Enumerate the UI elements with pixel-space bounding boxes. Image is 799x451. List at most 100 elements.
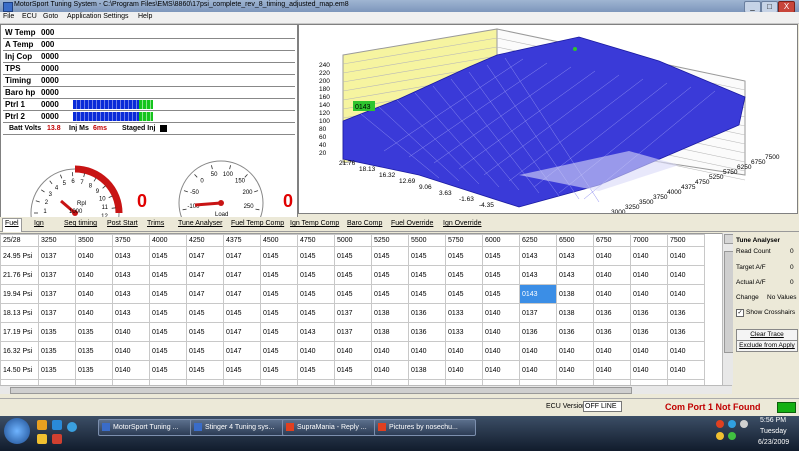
table-cell[interactable]: 0145 — [482, 284, 520, 304]
table-cell[interactable]: 0145 — [334, 284, 372, 304]
quicklaunch-media-icon[interactable] — [52, 434, 62, 444]
table-cell[interactable]: 0147 — [223, 341, 261, 361]
table-cell[interactable]: 0147 — [223, 246, 261, 266]
menu-help[interactable]: Help — [138, 13, 152, 20]
table-cell[interactable]: 0136 — [556, 322, 594, 342]
table-cell[interactable]: 0143 — [556, 265, 594, 285]
table-cell[interactable]: 0143 — [112, 303, 150, 323]
table-cell[interactable]: 0143 — [297, 322, 335, 342]
table-cell[interactable]: 0136 — [408, 303, 446, 323]
table-cell[interactable]: 0140 — [593, 246, 631, 266]
table-cell[interactable]: 0137 — [38, 284, 76, 304]
table-cell[interactable]: 0145 — [408, 246, 446, 266]
quicklaunch-messenger-icon[interactable] — [37, 434, 47, 444]
tab-ign-temp-comp[interactable]: Ign Temp Comp — [290, 220, 339, 227]
table-cell[interactable]: 0140 — [593, 265, 631, 285]
table-cell[interactable]: 0145 — [260, 246, 298, 266]
table-cell[interactable]: 0140 — [75, 265, 113, 285]
table-cell[interactable]: 0140 — [371, 360, 409, 380]
table-cell[interactable]: 0140 — [630, 265, 668, 285]
table-cell[interactable]: 0140 — [593, 341, 631, 361]
table-cell[interactable]: 0140 — [112, 341, 150, 361]
table-cell[interactable]: 0145 — [260, 265, 298, 285]
table-cell[interactable]: 0145 — [260, 303, 298, 323]
table-cell[interactable]: 0143 — [112, 265, 150, 285]
table-cell[interactable]: 0145 — [260, 360, 298, 380]
table-cell[interactable]: 0140 — [371, 341, 409, 361]
quicklaunch-browser-icon[interactable] — [37, 420, 47, 430]
tab-fuel-temp-comp[interactable]: Fuel Temp Comp — [231, 220, 284, 227]
tab-ign[interactable]: Ign — [34, 220, 44, 227]
table-cell[interactable]: 0145 — [149, 246, 187, 266]
table-cell[interactable]: 0145 — [297, 303, 335, 323]
table-cell[interactable]: 0145 — [186, 322, 224, 342]
quicklaunch-ie-icon[interactable] — [67, 422, 77, 432]
table-cell[interactable]: 0145 — [371, 265, 409, 285]
table-cell[interactable]: 0140 — [630, 246, 668, 266]
table-cell[interactable]: 0138 — [408, 360, 446, 380]
table-cell[interactable]: 0137 — [334, 303, 372, 323]
quicklaunch-desktop-icon[interactable] — [52, 420, 62, 430]
tab-trims[interactable]: Trims — [147, 220, 164, 227]
table-cell[interactable]: 0136 — [593, 303, 631, 323]
table-cell[interactable]: 0140 — [408, 341, 446, 361]
table-cell[interactable]: 0145 — [149, 265, 187, 285]
table-cell[interactable]: 0145 — [334, 246, 372, 266]
table-cell[interactable]: 0147 — [223, 322, 261, 342]
table-cell[interactable]: 0140 — [667, 341, 705, 361]
table-cell[interactable]: 0135 — [75, 341, 113, 361]
table-cell[interactable]: 0145 — [149, 341, 187, 361]
table-cell[interactable]: 0133 — [445, 322, 483, 342]
table-cell[interactable]: 0147 — [223, 265, 261, 285]
table-cell[interactable]: 0145 — [223, 360, 261, 380]
table-horizontal-scrollbar[interactable] — [0, 385, 732, 394]
table-cell[interactable]: 0138 — [556, 284, 594, 304]
table-cell[interactable]: 0143 — [519, 265, 557, 285]
table-cell[interactable]: 0137 — [38, 246, 76, 266]
tab-baro-comp[interactable]: Baro Comp — [347, 220, 382, 227]
table-cell[interactable]: 0145 — [371, 246, 409, 266]
table-cell[interactable]: 0145 — [334, 360, 372, 380]
table-cell[interactable]: 0137 — [38, 303, 76, 323]
table-cell[interactable]: 0136 — [667, 322, 705, 342]
tab-post-start[interactable]: Post Start — [107, 220, 138, 227]
table-cell[interactable]: 0140 — [75, 246, 113, 266]
table-cell[interactable]: 0145 — [334, 265, 372, 285]
table-cell[interactable]: 0145 — [371, 284, 409, 304]
table-cell[interactable]: 0140 — [482, 322, 520, 342]
table-cell[interactable]: 0140 — [556, 341, 594, 361]
menu-ecu[interactable]: ECU — [22, 13, 37, 20]
table-cell[interactable]: 0135 — [38, 322, 76, 342]
table-cell[interactable]: 0138 — [371, 303, 409, 323]
tab-ign-override[interactable]: Ign Override — [443, 220, 482, 227]
table-cell[interactable]: 0145 — [260, 341, 298, 361]
table-cell[interactable]: 0145 — [149, 303, 187, 323]
table-cell[interactable]: 0145 — [445, 284, 483, 304]
map-3d-panel[interactable]: 0143 240 220 200 180 160 140 120 100 80 60 40 20 21… — [298, 24, 798, 216]
menu-goto[interactable]: Goto — [43, 13, 58, 20]
table-cell[interactable]: 0140 — [482, 303, 520, 323]
tray-battery-icon[interactable] — [728, 432, 736, 440]
table-cell[interactable]: 0145 — [297, 246, 335, 266]
table-cell[interactable]: 0145 — [149, 284, 187, 304]
tab-fuel[interactable]: Fuel — [2, 218, 22, 232]
table-cell[interactable]: 0145 — [149, 360, 187, 380]
table-cell[interactable]: 0140 — [630, 360, 668, 380]
table-cell[interactable]: 0140 — [297, 341, 335, 361]
table-cell[interactable]: 0145 — [482, 246, 520, 266]
table-cell[interactable]: 0136 — [667, 303, 705, 323]
table-cell[interactable]: 0136 — [630, 303, 668, 323]
table-cell[interactable]: 0140 — [556, 360, 594, 380]
tray-update-icon[interactable] — [716, 432, 724, 440]
table-cell[interactable]: 0143 — [519, 246, 557, 266]
table-cell[interactable]: 0147 — [186, 265, 224, 285]
table-cell[interactable]: 0140 — [482, 341, 520, 361]
table-cell[interactable]: 0140 — [334, 341, 372, 361]
table-cell[interactable]: 0140 — [667, 265, 705, 285]
table-cell[interactable]: 0143 — [556, 246, 594, 266]
table-cell[interactable]: 0140 — [482, 360, 520, 380]
hscroll-thumb[interactable] — [10, 387, 632, 394]
table-cell[interactable]: 0140 — [667, 284, 705, 304]
table-cell[interactable]: 0147 — [223, 284, 261, 304]
taskbar-item-pictures[interactable]: Pictures by nosechu... — [374, 419, 476, 436]
